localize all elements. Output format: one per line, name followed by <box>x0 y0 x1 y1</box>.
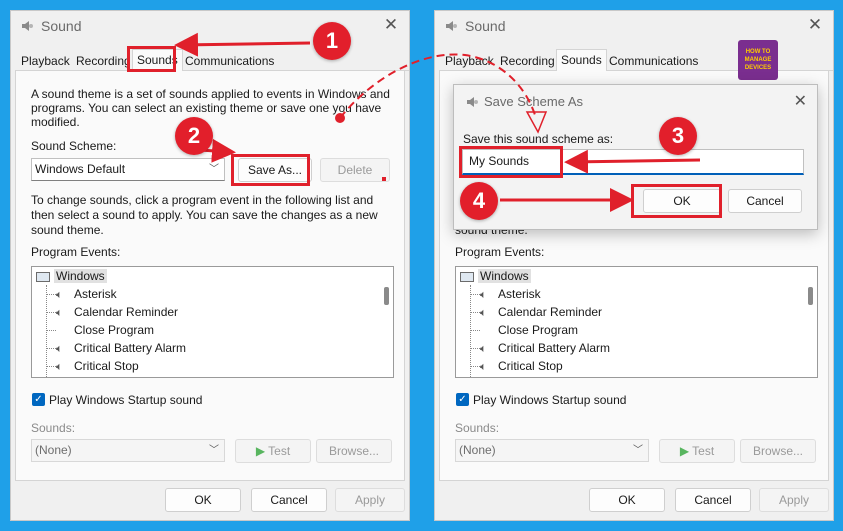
red-dot <box>382 177 386 181</box>
step-badge-2: 2 <box>175 117 213 155</box>
arrow-step-3 <box>564 149 701 174</box>
arrow-step-1 <box>174 32 311 57</box>
step-badge-3: 3 <box>659 117 697 155</box>
link-start-dot <box>335 113 345 123</box>
annotation-overlay <box>174 32 701 212</box>
step-badge-4: 4 <box>460 182 498 220</box>
link-arrowhead <box>525 111 548 134</box>
step-badge-1: 1 <box>313 22 351 60</box>
dashed-link-arrow <box>339 53 536 119</box>
